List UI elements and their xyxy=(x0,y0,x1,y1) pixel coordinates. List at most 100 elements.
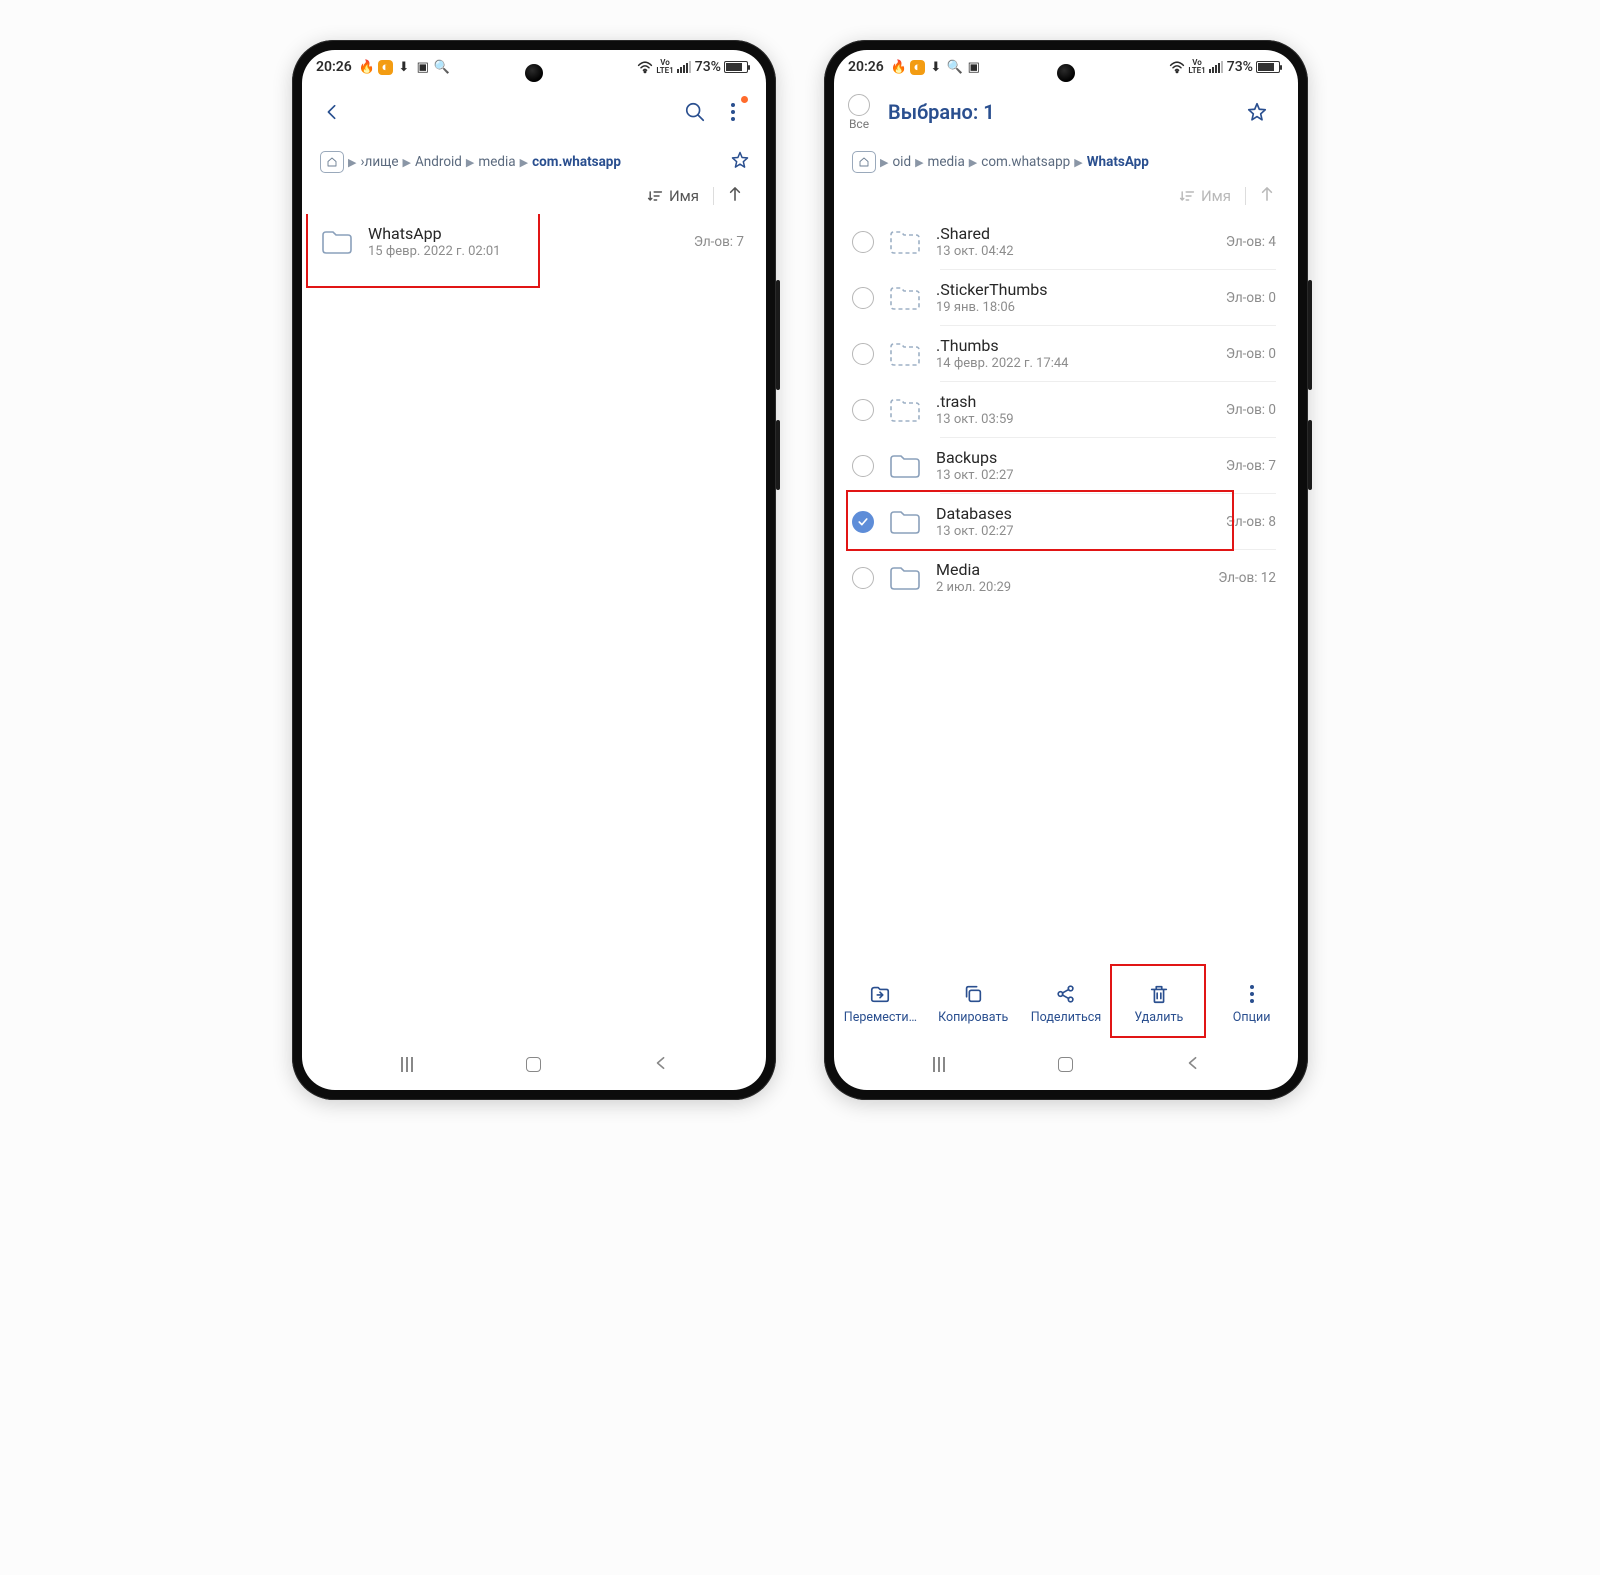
folder-icon xyxy=(888,452,922,480)
flame-icon: 🔥 xyxy=(891,59,907,75)
folder-count: Эл-ов: 4 xyxy=(1226,234,1276,250)
folder-date: 13 окт. 02:27 xyxy=(936,524,1212,539)
file-list: WhatsApp 15 февр. 2022 г. 02:01 Эл-ов: 7 xyxy=(302,214,766,1044)
recents-button[interactable] xyxy=(933,1057,945,1072)
folder-row[interactable]: .Thumbs14 февр. 2022 г. 17:44Эл-ов: 0 xyxy=(834,326,1298,381)
folder-icon xyxy=(888,228,922,256)
phone-left: 20:26 🔥 ◐ ⬇ ▣ 🔍 VoLTE1 73% xyxy=(292,40,776,1100)
sort-direction-button xyxy=(1260,186,1274,206)
notification-dot xyxy=(741,96,748,103)
sort-button[interactable]: Имя xyxy=(647,187,699,205)
crumb-current[interactable]: com.whatsapp xyxy=(532,154,621,170)
system-back-button[interactable] xyxy=(654,1055,668,1074)
folder-date: 15 февр. 2022 г. 02:01 xyxy=(368,244,680,259)
app-icon: ◐ xyxy=(378,60,393,75)
folder-row-whatsapp[interactable]: WhatsApp 15 февр. 2022 г. 02:01 Эл-ов: 7 xyxy=(302,214,766,269)
select-checkbox[interactable] xyxy=(852,567,874,589)
folder-row[interactable]: Backups13 окт. 02:27Эл-ов: 7 xyxy=(834,438,1298,493)
chevron-icon: ▶ xyxy=(1074,156,1082,169)
signal-icon xyxy=(677,61,692,73)
network-label: VoLTE1 xyxy=(656,59,673,75)
system-back-button[interactable] xyxy=(1186,1055,1200,1074)
selection-appbar: Все Выбрано: 1 xyxy=(834,84,1298,140)
folder-count: Эл-ов: 0 xyxy=(1226,290,1276,306)
folder-icon xyxy=(888,564,922,592)
sort-button: Имя xyxy=(1179,187,1231,205)
breadcrumb[interactable]: ▶ ›лище ▶ Android ▶ media ▶ com.whatsapp xyxy=(302,140,766,180)
chevron-icon: ▶ xyxy=(403,156,411,169)
crumb-item[interactable]: media xyxy=(478,154,515,170)
crumb-item[interactable]: media xyxy=(928,154,965,170)
select-checkbox[interactable] xyxy=(852,455,874,477)
select-all-button[interactable]: Все xyxy=(848,94,870,131)
folder-row[interactable]: .StickerThumbs19 янв. 18:06 Эл-ов: 0 xyxy=(834,270,1298,325)
sort-bar: Имя xyxy=(302,180,766,214)
select-checkbox[interactable] xyxy=(852,231,874,253)
action-bar: Перемести… Копировать Поделиться Удалить… xyxy=(834,964,1298,1044)
folder-row[interactable]: .Shared13 окт. 04:42Эл-ов: 4 xyxy=(834,214,1298,269)
front-camera xyxy=(525,64,543,82)
crumb-item[interactable]: Android xyxy=(415,154,462,170)
more-button[interactable] xyxy=(714,88,752,136)
sort-direction-button[interactable] xyxy=(728,186,742,206)
folder-name: Databases xyxy=(936,504,1212,523)
copy-button[interactable]: Копировать xyxy=(927,964,1020,1044)
chevron-icon: ▶ xyxy=(466,156,474,169)
system-nav xyxy=(834,1044,1298,1090)
select-checkbox[interactable] xyxy=(852,511,874,533)
crumb-item[interactable]: com.whatsapp xyxy=(981,154,1070,170)
wifi-icon xyxy=(637,59,653,75)
folder-count: Эл-ов: 7 xyxy=(694,234,744,250)
folder-row[interactable]: Databases13 окт. 02:27 Эл-ов: 8 xyxy=(834,494,1298,549)
status-time: 20:26 xyxy=(316,59,352,75)
chevron-icon: ▶ xyxy=(915,156,923,169)
select-checkbox[interactable] xyxy=(852,343,874,365)
wifi-icon xyxy=(1169,59,1185,75)
status-time: 20:26 xyxy=(848,59,884,75)
folder-row[interactable]: .trash13 окт. 03:59Эл-ов: 0 xyxy=(834,382,1298,437)
search-button[interactable] xyxy=(676,88,714,136)
folder-count: Эл-ов: 7 xyxy=(1226,458,1276,474)
crumb-item[interactable]: ›лище xyxy=(360,154,398,170)
favorite-button[interactable] xyxy=(1238,88,1276,136)
folder-name: WhatsApp xyxy=(368,224,680,243)
folder-date: 19 янв. 18:06 xyxy=(936,300,1212,315)
home-button[interactable] xyxy=(526,1057,541,1072)
favorite-button[interactable] xyxy=(724,150,750,174)
home-icon[interactable] xyxy=(852,151,876,173)
folder-count: Эл-ов: 0 xyxy=(1226,402,1276,418)
folder-name: .Shared xyxy=(936,224,1212,243)
home-icon[interactable] xyxy=(320,151,344,173)
app-icon: ◐ xyxy=(910,60,925,75)
battery-icon xyxy=(1256,61,1280,73)
folder-count: Эл-ов: 0 xyxy=(1226,346,1276,362)
folder-row[interactable]: Media2 июл. 20:29Эл-ов: 12 xyxy=(834,550,1298,605)
breadcrumb[interactable]: ▶ oid ▶ media ▶ com.whatsapp ▶ WhatsApp xyxy=(834,140,1298,180)
select-checkbox[interactable] xyxy=(852,399,874,421)
crumb-item[interactable]: oid xyxy=(892,154,911,170)
selection-title: Выбрано: 1 xyxy=(888,100,995,124)
back-button[interactable] xyxy=(316,88,348,136)
chevron-icon: ▶ xyxy=(520,156,528,169)
signal-icon xyxy=(1209,61,1224,73)
battery-pct: 73% xyxy=(695,59,721,75)
folder-name: .StickerThumbs xyxy=(936,280,1212,299)
gallery-icon: ▣ xyxy=(966,59,982,75)
file-list: .Shared13 окт. 04:42Эл-ов: 4.StickerThum… xyxy=(834,214,1298,964)
sort-bar: Имя xyxy=(834,180,1298,214)
search-status-icon: 🔍 xyxy=(434,59,450,75)
options-button[interactable]: Опции xyxy=(1205,964,1298,1044)
download-icon: ⬇ xyxy=(928,59,944,75)
chevron-icon: ▶ xyxy=(880,156,888,169)
recents-button[interactable] xyxy=(401,1057,413,1072)
home-button[interactable] xyxy=(1058,1057,1073,1072)
move-button[interactable]: Перемести… xyxy=(834,964,927,1044)
delete-button[interactable]: Удалить xyxy=(1112,964,1205,1044)
crumb-current[interactable]: WhatsApp xyxy=(1087,154,1149,170)
select-checkbox[interactable] xyxy=(852,287,874,309)
share-button[interactable]: Поделиться xyxy=(1020,964,1113,1044)
folder-name: Backups xyxy=(936,448,1212,467)
battery-pct: 73% xyxy=(1227,59,1253,75)
folder-date: 2 июл. 20:29 xyxy=(936,580,1204,595)
folder-count: Эл-ов: 8 xyxy=(1226,514,1276,530)
